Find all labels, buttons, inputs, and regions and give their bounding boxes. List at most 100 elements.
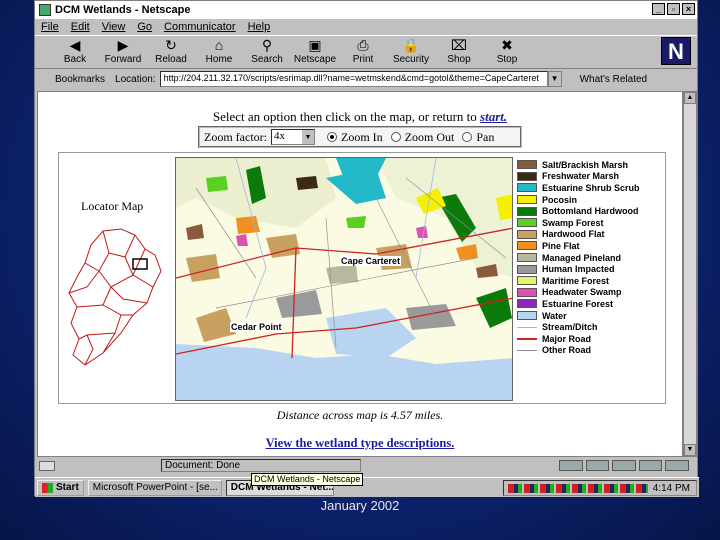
- legend-label: Human Impacted: [542, 264, 615, 275]
- legend-swatch: [517, 160, 537, 170]
- home-button[interactable]: ⌂ Home: [197, 38, 241, 68]
- zoom-in-label: Zoom In: [340, 129, 383, 144]
- legend-label: Stream/Ditch: [542, 322, 598, 333]
- status-text: Document: Done: [161, 459, 361, 472]
- menu-communicator[interactable]: Communicator: [164, 21, 236, 33]
- legend-swatch: [517, 311, 537, 321]
- browser-window: DCM Wetlands - Netscape _ ▫ × File Edit …: [34, 0, 699, 497]
- legend-swatch: [517, 171, 537, 181]
- legend-item: Water: [517, 310, 663, 322]
- legend-swatch: [517, 206, 537, 216]
- legend-label: Estuarine Shrub Scrub: [542, 182, 640, 193]
- scroll-up-arrow[interactable]: ▲: [684, 92, 696, 104]
- app-icon: [39, 4, 51, 16]
- legend-swatch: [517, 264, 537, 274]
- taskbar-item-powerpoint[interactable]: Microsoft PowerPoint - [se...: [87, 479, 222, 496]
- legend-item: Freshwater Marsh: [517, 171, 663, 183]
- minimize-button[interactable]: _: [652, 3, 665, 15]
- pan-radio[interactable]: [462, 132, 473, 142]
- toolbar-button-label: Forward: [104, 54, 142, 65]
- legend-item: Pine Flat: [517, 240, 663, 252]
- forward-arrow-icon: ▶: [117, 37, 129, 53]
- legend-swatch: [517, 276, 537, 286]
- toolbar-button-label: Reload: [155, 54, 187, 65]
- window-title: DCM Wetlands - Netscape: [55, 4, 191, 16]
- status-bar: Document: Done: [35, 459, 697, 473]
- toolbar-button-label: Search: [251, 54, 283, 65]
- menu-go[interactable]: Go: [137, 21, 152, 33]
- security-button[interactable]: 🔒 Security: [389, 38, 433, 68]
- legend-swatch: [517, 253, 537, 263]
- legend-label: Managed Pineland: [542, 252, 622, 263]
- location-label: Location:: [115, 73, 156, 85]
- location-bar: Bookmarks Location: http://204.211.32.17…: [35, 69, 697, 89]
- legend-item: Bottomland Hardwood: [517, 205, 663, 217]
- windows-taskbar: Start Microsoft PowerPoint - [se... DCM …: [35, 477, 699, 497]
- pan-label: Pan: [476, 129, 495, 144]
- map-legend: Salt/Brackish Marsh Freshwater Marsh Estua…: [517, 159, 663, 356]
- netscape-button[interactable]: ▣ Netscape: [293, 38, 337, 68]
- start-button[interactable]: Start: [37, 479, 84, 496]
- legend-item: Salt/Brackish Marsh: [517, 159, 663, 171]
- legend-line: [517, 349, 537, 351]
- legend-swatch: [517, 183, 537, 193]
- tray-icons[interactable]: [508, 484, 648, 493]
- legend-item: Human Impacted: [517, 263, 663, 275]
- close-button[interactable]: ×: [682, 3, 695, 15]
- whats-related-button[interactable]: What's Related: [580, 74, 648, 85]
- legend-label: Freshwater Marsh: [542, 171, 620, 182]
- legend-label: Estuarine Forest: [542, 298, 614, 309]
- legend-label: Pine Flat: [542, 240, 580, 251]
- url-dropdown-button[interactable]: ▼: [547, 71, 562, 87]
- menu-edit[interactable]: Edit: [71, 21, 90, 33]
- toolbar-button-label: Back: [63, 54, 87, 65]
- search-button[interactable]: ⚲ Search: [245, 38, 289, 68]
- locator-map-title: Locator Map: [81, 199, 144, 213]
- legend-item: Maritime Forest: [517, 275, 663, 287]
- instruction-text: Select an option then click on the map, …: [212, 109, 508, 124]
- menu-file[interactable]: File: [41, 21, 59, 33]
- back-button[interactable]: ◀ Back: [53, 38, 97, 68]
- reload-button[interactable]: ↻ Reload: [149, 38, 193, 68]
- legend-item: Managed Pineland: [517, 252, 663, 264]
- zoom-controls: Zoom factor: 4x Zoom In Zoom Out Pan: [198, 126, 522, 148]
- toolbar-button-label: Home: [205, 54, 233, 65]
- page-content: Select an option then click on the map, …: [37, 91, 683, 457]
- component-bar: [559, 460, 689, 471]
- legend-swatch: [517, 218, 537, 228]
- wetland-map[interactable]: Cape Carteret Cedar Point: [175, 157, 513, 401]
- system-tray: 4:14 PM: [503, 480, 697, 496]
- security-icon[interactable]: [39, 461, 55, 471]
- legend-label: Maritime Forest: [542, 275, 610, 286]
- print-button[interactable]: ⎙ Print: [341, 38, 385, 68]
- start-link[interactable]: start.: [480, 109, 507, 124]
- map-frame: Locator Map Cape Carteret Cedar Point Sa…: [58, 152, 666, 404]
- menu-view[interactable]: View: [102, 21, 126, 33]
- slide-footer-date: January 2002: [320, 498, 400, 513]
- zoom-factor-select[interactable]: 4x: [270, 129, 315, 145]
- zoom-out-radio[interactable]: [390, 132, 401, 142]
- taskbar-tooltip: DCM Wetlands - Netscape: [251, 473, 363, 486]
- home-icon: ⌂: [214, 37, 224, 53]
- vertical-scrollbar[interactable]: ▲ ▼: [683, 91, 697, 457]
- maximize-button[interactable]: ▫: [667, 3, 680, 15]
- scroll-down-arrow[interactable]: ▼: [684, 444, 696, 456]
- clock: 4:14 PM: [652, 482, 690, 494]
- zoom-in-radio[interactable]: [326, 132, 337, 142]
- wetland-descriptions-link[interactable]: View the wetland type descriptions.: [38, 436, 682, 451]
- shop-icon: ⌧: [450, 37, 468, 53]
- legend-line: [517, 326, 537, 328]
- legend-item: Swamp Forest: [517, 217, 663, 229]
- legend-line: [517, 337, 537, 340]
- shop-button[interactable]: ⌧ Shop: [437, 38, 481, 68]
- menu-help[interactable]: Help: [248, 21, 271, 33]
- url-field[interactable]: http://204.211.32.170/scripts/esrimap.dl…: [159, 71, 548, 87]
- bookmarks-button[interactable]: Bookmarks: [55, 74, 105, 85]
- map-label-cape-carteret: Cape Carteret: [340, 256, 402, 266]
- lock-icon: 🔒: [402, 37, 420, 53]
- legend-item: Headwater Swamp: [517, 287, 663, 299]
- stop-button[interactable]: ✖ Stop: [485, 38, 529, 68]
- windows-logo-icon: [42, 482, 53, 493]
- forward-button[interactable]: ▶ Forward: [101, 38, 145, 68]
- locator-map[interactable]: [63, 223, 167, 373]
